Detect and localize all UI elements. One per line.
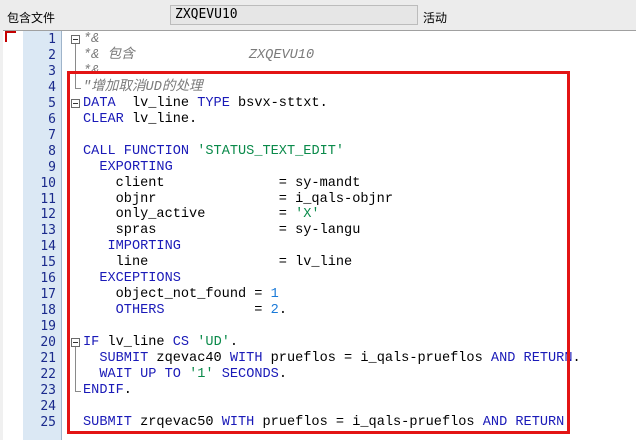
line-number: 12 [40, 207, 56, 223]
line-number: 19 [40, 319, 56, 335]
include-header: 包含文件 ZXQEVU10 活动 [0, 0, 636, 30]
line-number: 8 [48, 143, 56, 159]
code-line[interactable]: *& [83, 32, 99, 48]
line-number: 9 [48, 159, 56, 175]
line-number: 17 [40, 287, 56, 303]
include-label: 包含文件 [7, 11, 56, 25]
line-number: 18 [40, 303, 56, 319]
line-number: 22 [40, 366, 56, 382]
editor-corner-marker [5, 31, 16, 42]
line-number: 14 [40, 239, 56, 255]
line-number: 5 [48, 95, 56, 111]
line-number: 23 [40, 382, 56, 398]
status-label: 活动 [423, 11, 448, 25]
line-number: 7 [48, 127, 56, 143]
line-number: 11 [40, 191, 56, 207]
highlight-box [67, 71, 570, 434]
line-number: 25 [40, 414, 56, 430]
line-number: 4 [48, 79, 56, 95]
line-number: 16 [40, 271, 56, 287]
line-number: 21 [40, 351, 56, 366]
line-number: 10 [40, 175, 56, 191]
line-number: 1 [48, 32, 56, 47]
line-number: 24 [40, 398, 56, 414]
line-number: 2 [48, 47, 56, 63]
include-name-field[interactable]: ZXQEVU10 [170, 5, 418, 25]
line-number: 6 [48, 111, 56, 127]
fold-toggle-icon[interactable] [71, 35, 80, 44]
code-token: *& 包含 ZXQEVU10 [83, 47, 315, 63]
line-number: 3 [48, 63, 56, 79]
code-token: *& [83, 32, 100, 47]
line-number: 20 [40, 335, 56, 351]
code-token: . [572, 351, 581, 366]
code-line[interactable]: *& 包含 ZXQEVU10 [83, 48, 314, 64]
line-number: 13 [40, 223, 56, 239]
line-number: 15 [40, 255, 56, 271]
